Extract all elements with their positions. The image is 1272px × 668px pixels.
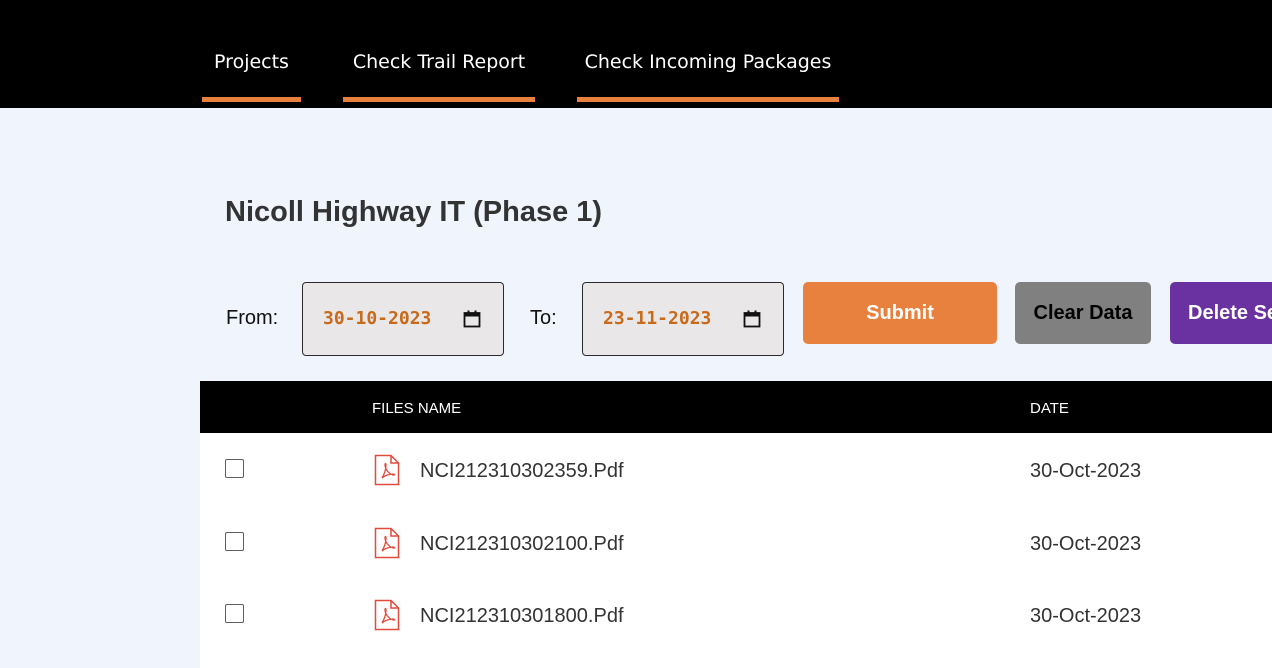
from-label: From:	[226, 307, 279, 329]
row-checkbox[interactable]	[225, 604, 244, 623]
pdf-icon	[374, 527, 400, 559]
clear-data-button[interactable]: Clear Data	[1015, 282, 1151, 344]
tab-projects[interactable]: Projects	[202, 0, 301, 102]
file-date: 30-Oct-2023	[1030, 460, 1142, 482]
submit-button[interactable]: Submit	[803, 282, 997, 344]
files-table: FILES NAME DATE NCI212310302359.Pdf 30-O…	[200, 381, 1272, 668]
calendar-icon[interactable]	[463, 310, 481, 328]
tab-check-trail-report[interactable]: Check Trail Report	[343, 0, 535, 102]
file-date: 30-Oct-2023	[1030, 533, 1142, 555]
from-date-value: 30-10-2023	[323, 308, 432, 329]
table-row[interactable]: NCI212310301800.Pdf 30-Oct-2023	[200, 578, 1272, 650]
top-nav-bar: Projects Check Trail Report Check Incomi…	[0, 0, 1272, 108]
tab-check-incoming-packages[interactable]: Check Incoming Packages	[577, 0, 839, 102]
file-name[interactable]: NCI212310302359.Pdf	[420, 460, 624, 483]
table-row[interactable]: NCI212310302359.Pdf 30-Oct-2023	[200, 433, 1272, 505]
table-header: FILES NAME DATE	[200, 381, 1272, 433]
column-header-files-name: FILES NAME	[372, 400, 462, 417]
pdf-icon	[374, 454, 400, 486]
table-row[interactable]: NCI212310302100.Pdf 30-Oct-2023	[200, 506, 1272, 578]
page-title: Nicoll Highway IT (Phase 1)	[225, 196, 603, 228]
file-date: 30-Oct-2023	[1030, 605, 1142, 627]
to-label: To:	[530, 307, 557, 329]
calendar-icon[interactable]	[743, 310, 761, 328]
from-date-input[interactable]: 30-10-2023	[302, 282, 504, 356]
to-date-value: 23-11-2023	[603, 308, 712, 329]
row-checkbox[interactable]	[225, 532, 244, 551]
pdf-icon	[374, 599, 400, 631]
file-name[interactable]: NCI212310301800.Pdf	[420, 605, 624, 628]
column-header-date: DATE	[1030, 400, 1069, 417]
row-checkbox[interactable]	[225, 459, 244, 478]
file-name[interactable]: NCI212310302100.Pdf	[420, 533, 624, 556]
delete-selected-button[interactable]: Delete Se	[1170, 282, 1272, 344]
to-date-input[interactable]: 23-11-2023	[582, 282, 784, 356]
